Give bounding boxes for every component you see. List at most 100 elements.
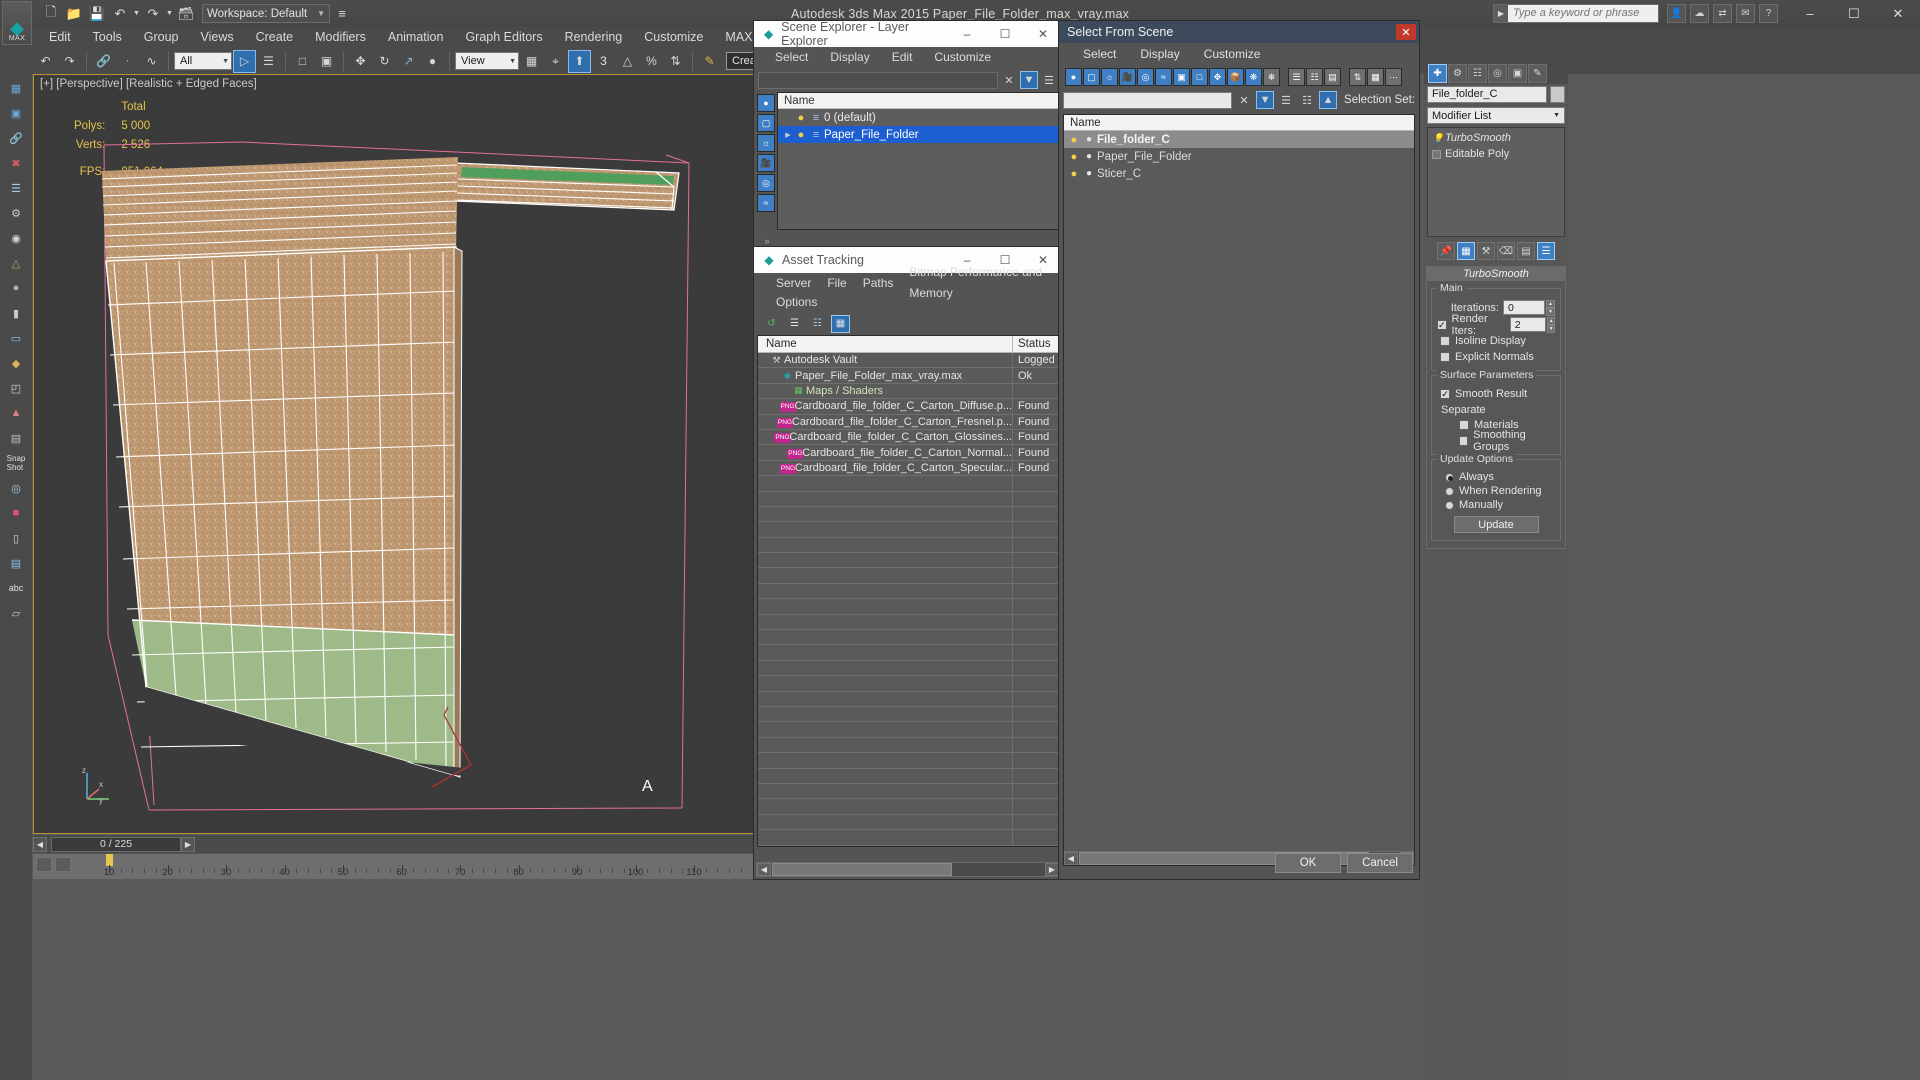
object-color-swatch[interactable] [1550, 85, 1565, 103]
update-button[interactable]: Update [1453, 516, 1539, 533]
scene-explorer-window[interactable]: ◆ Scene Explorer - Layer Explorer – ☐ ✕ … [753, 20, 1063, 266]
menu-item-customize[interactable]: Customize [633, 27, 714, 48]
communication-center-icon[interactable]: ✉ [1736, 4, 1755, 23]
smoothing-groups-row[interactable]: Smoothing Groups [1437, 429, 1555, 453]
iterations-spinner[interactable]: ▲ ▼ [1546, 300, 1555, 316]
table-row-empty[interactable] [758, 553, 1058, 569]
table-row-empty[interactable] [758, 783, 1058, 800]
refresh-icon[interactable]: ↺ [762, 315, 781, 333]
timeline-prev-arrow[interactable]: ◀ [33, 836, 47, 852]
render-iters-value[interactable]: 2 [1509, 317, 1547, 332]
filter-cameras-icon[interactable]: 🎥 [757, 154, 775, 172]
pin-stack-icon[interactable]: 📌 [1437, 242, 1455, 260]
rectangular-selection-region-icon[interactable]: □ [291, 50, 314, 73]
tree-view-icon[interactable]: ☷ [808, 315, 827, 333]
table-row-empty[interactable] [758, 753, 1058, 769]
left-tool-icon-1[interactable]: ▦ [3, 76, 29, 100]
timeline-next-arrow[interactable]: ▶ [181, 836, 195, 852]
left-tool-icon-10[interactable]: ▮ [3, 301, 29, 325]
time-slider-readout[interactable]: 0 / 225 [51, 836, 181, 852]
update-option-when-rendering[interactable]: When Rendering [1437, 484, 1555, 498]
select-and-rotate-icon[interactable]: ↻ [373, 50, 396, 73]
left-tool-icon-9[interactable]: ● [3, 276, 29, 300]
tab-utilities[interactable]: ✎ [1528, 63, 1547, 83]
spinner-snap-toggle-icon[interactable]: ⇅ [664, 50, 687, 73]
table-row-empty[interactable] [758, 676, 1058, 692]
more-options-icon[interactable]: ⋯ [1385, 68, 1402, 86]
folder-3d-model[interactable]: A [34, 75, 755, 834]
table-row[interactable]: PNG Cardboard_file_folder_C_Carton_Glossi… [758, 429, 1058, 446]
filter-cameras-icon[interactable]: 🎥 [1119, 68, 1136, 86]
se-menu-customize[interactable]: Customize [923, 47, 1002, 68]
select-object-icon[interactable]: ▷ [233, 49, 256, 73]
lightbulb-icon[interactable]: 💡 [1432, 133, 1445, 144]
left-tool-icon-7[interactable]: ◉ [3, 226, 29, 250]
left-tool-icon-20[interactable]: ▤ [3, 551, 29, 575]
table-row[interactable]: ◆ Paper_File_Folder_max_vray.max Ok [758, 368, 1058, 384]
scroll-thumb[interactable] [772, 863, 952, 876]
select-and-manipulate-icon[interactable]: ⌖ [544, 50, 567, 73]
left-tool-icon-17[interactable]: ◎ [3, 476, 29, 500]
search-input[interactable] [1508, 5, 1658, 22]
left-tool-icon-18[interactable]: ■ [3, 501, 29, 525]
filter-geometry-icon[interactable]: ● [1065, 68, 1082, 86]
stack-options-icon[interactable]: ☰ [1537, 242, 1555, 260]
sfs-clear-search-icon[interactable]: ✕ [1235, 91, 1253, 109]
when-rendering-radio[interactable] [1445, 486, 1454, 496]
filter-lights-icon[interactable]: ☼ [1101, 68, 1118, 86]
table-row-empty[interactable] [758, 706, 1058, 723]
new-file-icon[interactable]: 🗋 [40, 3, 62, 25]
sfs-close-button[interactable]: ✕ [1396, 24, 1416, 40]
modifier-stack-item-turbosmooth[interactable]: 💡 TurboSmooth [1428, 130, 1564, 146]
table-row-empty[interactable] [758, 722, 1058, 738]
render-iters-checkbox[interactable] [1437, 319, 1447, 330]
sfs-menu-select[interactable]: Select [1071, 47, 1128, 61]
menu-item-create[interactable]: Create [245, 27, 305, 48]
filter-containers-icon[interactable]: 📦 [1227, 68, 1244, 86]
menu-item-tools[interactable]: Tools [82, 27, 133, 48]
lightbulb-icon[interactable]: ● [794, 112, 808, 124]
open-file-icon[interactable]: 📁 [63, 3, 85, 25]
at-menu-server[interactable]: Server [768, 273, 819, 294]
table-row[interactable]: ▦ Maps / Shaders [758, 383, 1058, 400]
bind-to-space-warp-icon[interactable]: ∿ [140, 50, 163, 73]
edit-named-selection-sets-icon[interactable]: ✎ [698, 50, 721, 73]
select-and-scale-icon[interactable]: ↗ [397, 50, 420, 73]
table-row-empty[interactable] [758, 599, 1058, 615]
se-menu-edit[interactable]: Edit [881, 47, 924, 68]
menu-item-modifiers[interactable]: Modifiers [304, 27, 377, 48]
left-tool-icon-12[interactable]: ◆ [3, 351, 29, 375]
keyboard-shortcut-override-icon[interactable]: ⬆ [568, 49, 591, 73]
table-row[interactable]: PNG Cardboard_file_folder_C_Carton_Diffus… [758, 399, 1058, 415]
table-row-empty[interactable] [758, 830, 1058, 846]
list-view-icon[interactable]: ☰ [785, 315, 804, 333]
reference-coordinate-combo[interactable]: View ▼ [455, 52, 519, 70]
sfs-menu-customize[interactable]: Customize [1192, 47, 1273, 61]
expand-arrow-icon[interactable]: ▶ [782, 131, 794, 139]
table-row-empty[interactable] [758, 645, 1058, 661]
list-item[interactable]: ● ● File_folder_C [1064, 131, 1414, 148]
filter-shapes-icon[interactable]: ▢ [757, 114, 775, 132]
update-option-manually[interactable]: Manually [1437, 498, 1555, 512]
modifier-stack-item-editable-poly[interactable]: Editable Poly [1428, 146, 1564, 162]
left-tool-icon-5[interactable]: ☰ [3, 176, 29, 200]
table-row-empty[interactable] [758, 630, 1058, 646]
left-tool-icon-4[interactable]: ✖ [3, 151, 29, 175]
window-crossing-toggle-icon[interactable]: ▣ [315, 50, 338, 73]
table-row-empty[interactable] [758, 537, 1058, 554]
scroll-left-arrow[interactable]: ◀ [757, 863, 771, 876]
filter-particles-icon[interactable]: ❋ [1245, 68, 1262, 86]
filter-helpers-icon[interactable]: ◎ [1137, 68, 1154, 86]
lightbulb-icon[interactable]: ● [794, 129, 808, 141]
perspective-viewport[interactable]: [+] [Perspective] [Realistic + Edged Fac… [33, 74, 755, 834]
left-tool-icon-11[interactable]: ▭ [3, 326, 29, 350]
table-row-empty[interactable] [758, 691, 1058, 707]
undo-icon[interactable]: ↶ [109, 3, 131, 25]
undo-dropdown-icon[interactable]: ▼ [132, 3, 141, 25]
menu-item-views[interactable]: Views [189, 27, 244, 48]
explicit-normals-checkbox[interactable] [1440, 352, 1450, 362]
remove-modifier-icon[interactable]: ⌫ [1497, 242, 1515, 260]
autodesk360-icon[interactable]: ☁ [1690, 4, 1709, 23]
exchange-icon[interactable]: ⇄ [1713, 4, 1732, 23]
sfs-filter-icon[interactable]: ▼ [1256, 91, 1275, 109]
